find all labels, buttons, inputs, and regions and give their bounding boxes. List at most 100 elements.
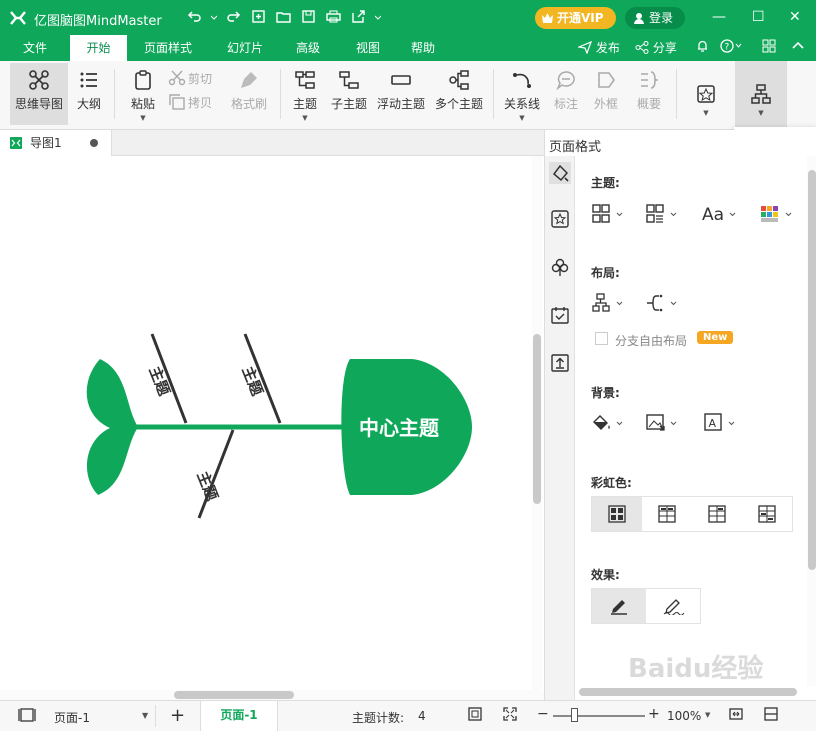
fullscreen-icon[interactable]: [502, 706, 518, 722]
format-painter-button[interactable]: 格式刷: [226, 63, 272, 125]
minimize-button[interactable]: —: [712, 9, 726, 25]
login-button[interactable]: 登录: [625, 7, 685, 29]
zoom-level[interactable]: 100%: [667, 709, 701, 723]
save-icon[interactable]: [300, 8, 317, 25]
outline-view-button[interactable]: 大纲: [70, 63, 108, 125]
dropdown-icon[interactable]: [211, 8, 217, 25]
paste-button[interactable]: 粘贴 ▼: [124, 63, 162, 125]
org-chart-icon: [751, 84, 771, 104]
help-icon[interactable]: ?: [720, 39, 742, 53]
scroll-thumb[interactable]: [533, 334, 541, 504]
fit-width-icon[interactable]: [728, 706, 744, 722]
menu-slides[interactable]: 幻灯片: [215, 35, 275, 61]
topic-button[interactable]: 主题 ▼: [287, 63, 323, 125]
caret-down-icon: ▼: [519, 114, 525, 122]
background-fill-button[interactable]: [591, 411, 627, 435]
close-button[interactable]: ✕: [789, 9, 801, 25]
bell-icon[interactable]: [696, 39, 709, 53]
central-topic[interactable]: 中心主题: [350, 412, 448, 441]
mindmap-view-button[interactable]: 思维导图: [10, 63, 68, 125]
layout-menu-button[interactable]: ▼: [735, 61, 787, 128]
unsaved-dot-icon[interactable]: [90, 139, 98, 147]
scroll-thumb[interactable]: [174, 691, 294, 699]
copy-button[interactable]: 拷贝: [166, 91, 218, 115]
rainbow-option[interactable]: [642, 497, 692, 531]
ribbon-divider: [676, 69, 677, 119]
relationship-button[interactable]: 关系线 ▼: [502, 63, 542, 125]
apps-grid-icon[interactable]: [762, 39, 776, 53]
clover-icon[interactable]: [550, 257, 570, 277]
rainbow-option[interactable]: [742, 497, 792, 531]
background-image-button[interactable]: [645, 411, 681, 435]
collapse-ribbon-icon[interactable]: [791, 39, 805, 53]
rainbow-option-selected[interactable]: [592, 497, 642, 531]
toggle-panel-icon[interactable]: [763, 706, 779, 722]
menu-page-style[interactable]: 页面样式: [135, 35, 201, 61]
print-icon[interactable]: [325, 8, 342, 25]
callout-button[interactable]: 标注: [548, 63, 584, 125]
theme-font-button[interactable]: Aa: [701, 202, 737, 226]
format-bucket-icon[interactable]: [549, 162, 571, 184]
zoom-slider-track[interactable]: [553, 715, 645, 717]
floating-topic-label: 浮动主题: [376, 97, 425, 111]
more-dropdown-icon[interactable]: [375, 8, 381, 25]
page-select[interactable]: 页面-1 ▼: [48, 705, 156, 727]
zoom-in-button[interactable]: +: [648, 706, 660, 722]
menu-help[interactable]: 帮助: [400, 35, 446, 61]
vip-button[interactable]: 开通VIP: [535, 7, 616, 29]
subtopic-icon: [339, 71, 359, 89]
maximize-button[interactable]: ☐: [752, 9, 765, 25]
star-icon[interactable]: [550, 209, 570, 229]
menu-file[interactable]: 文件: [10, 35, 60, 61]
export-icon[interactable]: [350, 8, 367, 25]
watermark-button[interactable]: A: [703, 411, 739, 435]
zoom-out-button[interactable]: −: [537, 706, 549, 722]
boundary-button[interactable]: 外框: [588, 63, 624, 125]
zoom-slider-handle[interactable]: [571, 708, 578, 722]
free-layout-checkbox[interactable]: [595, 332, 608, 345]
page-overview-icon[interactable]: [18, 707, 36, 723]
canvas-vertical-scrollbar[interactable]: [532, 156, 542, 690]
rainbow-options: [591, 496, 793, 532]
add-page-button[interactable]: +: [170, 705, 185, 726]
share-button[interactable]: 分享: [635, 39, 677, 56]
menu-bar: 文件 开始 页面样式 幻灯片 高级 视图 帮助 发布 分享 ?: [0, 35, 816, 61]
effect-pen-option[interactable]: [592, 589, 646, 623]
theme-layout-button[interactable]: [591, 202, 627, 226]
summary-button[interactable]: 概要: [630, 63, 668, 125]
multi-topic-button[interactable]: 多个主题: [433, 63, 485, 125]
theme-color-button[interactable]: [759, 202, 795, 226]
canvas-horizontal-scrollbar[interactable]: [0, 690, 544, 700]
upload-icon[interactable]: [550, 353, 570, 373]
menu-view[interactable]: 视图: [345, 35, 391, 61]
scroll-thumb[interactable]: [808, 170, 816, 570]
document-tab[interactable]: 导图1: [0, 130, 112, 156]
menu-home[interactable]: 开始: [70, 35, 127, 61]
panel-horizontal-scroll-thumb[interactable]: [579, 688, 797, 696]
redo-icon[interactable]: [225, 8, 242, 25]
cut-button[interactable]: 剪切: [166, 63, 218, 87]
rainbow-option[interactable]: [692, 497, 742, 531]
task-calendar-icon[interactable]: [550, 305, 570, 325]
app-logo-icon: [10, 11, 26, 25]
mindmap-canvas[interactable]: 中心主题 主题 主题 主题: [0, 156, 530, 690]
publish-button[interactable]: 发布: [578, 39, 620, 56]
icon-insert-button[interactable]: ▼: [688, 63, 724, 125]
caret-down-icon[interactable]: ▼: [705, 711, 710, 719]
connector-style-button[interactable]: [645, 291, 681, 315]
ribbon-divider: [114, 69, 115, 119]
open-folder-icon[interactable]: [275, 8, 292, 25]
fit-page-icon[interactable]: [467, 706, 483, 722]
theme-style-button[interactable]: [645, 202, 681, 226]
layout-type-button[interactable]: [591, 291, 627, 315]
menu-advanced[interactable]: 高级: [285, 35, 331, 61]
floating-topic-button[interactable]: 浮动主题: [375, 63, 427, 125]
new-file-icon[interactable]: [250, 8, 267, 25]
subtopic-button[interactable]: 子主题: [330, 63, 368, 125]
undo-icon[interactable]: [186, 8, 203, 25]
share-label: 分享: [652, 41, 677, 55]
panel-vertical-scrollbar[interactable]: [807, 156, 816, 686]
effect-sketch-option[interactable]: [646, 589, 700, 623]
page-tab[interactable]: 页面-1: [200, 701, 278, 731]
caret-down-icon: ▼: [703, 109, 709, 117]
